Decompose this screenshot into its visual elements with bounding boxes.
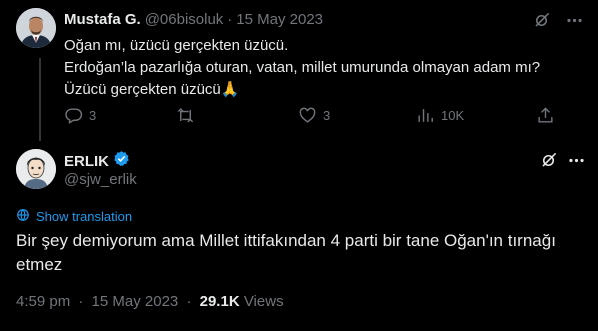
retweet-icon bbox=[177, 108, 194, 123]
parent-tweet-top-icons bbox=[532, 11, 584, 35]
views-count[interactable]: 29.1K bbox=[200, 293, 240, 310]
translate-globe-icon bbox=[16, 208, 30, 225]
views-count-parent: 10K bbox=[441, 108, 465, 123]
heart-icon bbox=[299, 107, 316, 123]
avatar-photo-icon bbox=[16, 8, 56, 48]
like-button[interactable]: 3 bbox=[298, 106, 330, 125]
main-author-handle[interactable]: @sjw_erlik bbox=[64, 171, 137, 188]
share-button[interactable] bbox=[536, 106, 555, 125]
parent-tweet[interactable]: Mustafa G. @06bisoluk · 15 May 2023 Oğan… bbox=[0, 0, 598, 141]
reply-icon bbox=[65, 108, 83, 124]
share-icon bbox=[538, 107, 553, 123]
verified-badge-icon[interactable] bbox=[113, 150, 130, 172]
cartoon-avatar-icon bbox=[16, 149, 56, 189]
views-label: Views bbox=[243, 293, 284, 310]
parent-tweet-actions: 3 3 10K bbox=[64, 106, 554, 126]
parent-author-handle[interactable]: @06bisoluk bbox=[145, 11, 224, 28]
show-translation-link[interactable]: Show translation bbox=[16, 208, 132, 225]
like-count: 3 bbox=[323, 108, 331, 123]
more-options-icon[interactable] bbox=[567, 151, 586, 175]
thread-connector-line bbox=[39, 58, 41, 141]
tweet-meta: 4:59 pm · 15 May 2023 · 29.1K Views bbox=[16, 293, 284, 310]
parent-author-name[interactable]: Mustafa G. bbox=[64, 11, 141, 28]
main-author-name-row: ERLIK bbox=[64, 150, 130, 172]
main-author-avatar[interactable] bbox=[16, 149, 56, 189]
parent-author-avatar[interactable] bbox=[16, 8, 56, 48]
views-button[interactable]: 10K bbox=[416, 106, 464, 125]
reply-count: 3 bbox=[89, 108, 97, 123]
meta-separator: · bbox=[186, 293, 192, 310]
meta-separator: · bbox=[78, 293, 84, 310]
main-tweet-text: Bir şey demiyorum ama Millet ittifakında… bbox=[16, 231, 556, 274]
parent-tweet-date[interactable]: 15 May 2023 bbox=[236, 11, 323, 28]
show-translation-label: Show translation bbox=[36, 209, 133, 224]
retweet-button[interactable] bbox=[176, 106, 201, 125]
tweet-date[interactable]: 15 May 2023 bbox=[92, 293, 179, 310]
header-separator: · bbox=[227, 11, 233, 28]
grok-icon[interactable] bbox=[532, 11, 551, 35]
grok-icon[interactable] bbox=[539, 151, 558, 175]
parent-tweet-line: Oğan mı, üzücü gerçekten üzücü. bbox=[64, 37, 289, 54]
more-options-icon[interactable] bbox=[565, 11, 584, 35]
parent-tweet-header: Mustafa G. @06bisoluk · 15 May 2023 bbox=[64, 11, 323, 28]
analytics-icon bbox=[418, 109, 433, 122]
parent-tweet-line: Üzücü gerçekten üzücü🙏 bbox=[64, 81, 240, 98]
reply-button[interactable]: 3 bbox=[64, 106, 96, 125]
tweet-time[interactable]: 4:59 pm bbox=[16, 293, 70, 310]
parent-tweet-text: Oğan mı, üzücü gerçekten üzücü. Erdoğan’… bbox=[64, 35, 584, 101]
main-author-name[interactable]: ERLIK bbox=[64, 153, 109, 170]
parent-tweet-line: Erdoğan’la pazarlığa oturan, vatan, mill… bbox=[64, 59, 541, 76]
